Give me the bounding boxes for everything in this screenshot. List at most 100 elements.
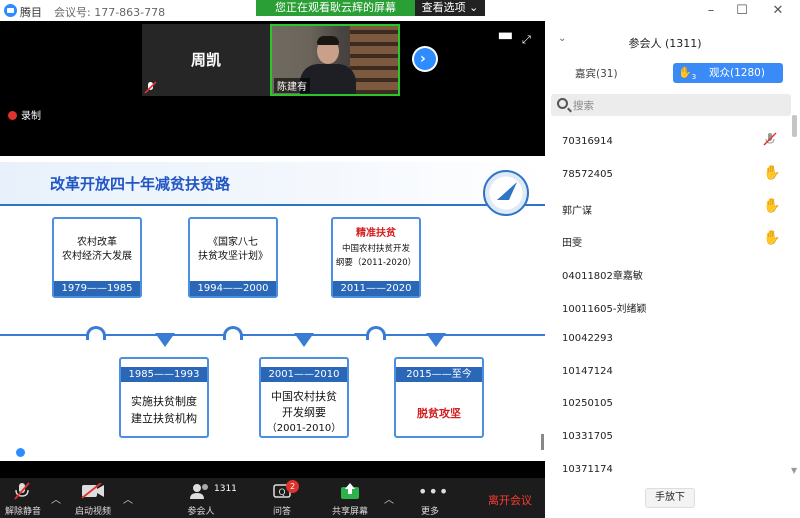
participant-name: 10331705: [562, 431, 613, 443]
hand-count: 3: [691, 73, 697, 82]
leave-meeting-button[interactable]: 离开会议: [488, 492, 532, 508]
person-hair: [317, 36, 339, 45]
raised-hand-icon: ✋3: [678, 66, 697, 82]
timeline-box-2015: 2015——至今 脱贫攻坚: [394, 357, 484, 438]
timeline-marker: [155, 333, 175, 347]
qa-badge: 2: [286, 480, 299, 493]
box-text: 纲要（2011-2020）: [335, 258, 417, 268]
timeline-marker: [426, 333, 446, 347]
slide-divider: [0, 204, 545, 206]
audio-options-caret-icon[interactable]: ︿: [51, 491, 61, 506]
share-options-caret-icon[interactable]: ︿: [384, 491, 394, 506]
box-text: 实施扶贫制度: [131, 395, 197, 408]
box-text: 扶贫攻坚计划》: [198, 251, 268, 262]
video-tile-chenjianyou[interactable]: 陈建有: [270, 24, 400, 96]
box-years: 1985——1993: [121, 367, 207, 382]
tab-audience[interactable]: ✋3 观众(1280): [673, 63, 783, 83]
timeline-box-2011: 精准扶贫 中国农村扶贫开发 纲要（2011-2020） 2011——2020: [331, 217, 421, 298]
start-video-button[interactable]: 启动视频: [68, 478, 118, 518]
participants-label: 参会人: [187, 507, 215, 517]
timeline-box-2001: 2001——2010 中国农村扶贫 开发纲要 （2001-2010）: [259, 357, 349, 438]
participant-row[interactable]: 田雯 ✋: [545, 223, 790, 256]
timeline-marker: [294, 333, 314, 347]
box-years: 1994——2000: [190, 281, 276, 296]
recording-indicator: 录制: [8, 107, 41, 122]
share-screen-label: 共享屏幕: [331, 507, 368, 517]
participant-name: 10011605-刘绪颖: [562, 303, 647, 315]
shared-slide: 改革开放四十年减贫扶贫路 农村改革 农村经济大发展 1979——1985 《国家…: [0, 156, 545, 461]
annotation-icon[interactable]: [16, 448, 25, 457]
search-placeholder: 搜索: [573, 100, 594, 112]
participant-row[interactable]: 10331705: [545, 420, 790, 453]
participant-name: 周凯: [190, 51, 221, 69]
participants-icon: [190, 484, 208, 499]
search-input[interactable]: 搜索: [551, 94, 791, 116]
unmute-button[interactable]: 解除静音: [0, 478, 46, 518]
scrollbar-thumb[interactable]: [792, 115, 797, 137]
maximize-button[interactable]: ☐: [727, 2, 757, 20]
participant-name: 70316914: [562, 136, 613, 147]
more-button[interactable]: ••• 更多: [412, 478, 448, 518]
box-text: （2001-2010）: [266, 423, 342, 434]
box-text: 农村经济大发展: [62, 251, 132, 262]
view-options-button[interactable]: 查看选项 ⌄: [415, 0, 485, 16]
participant-name: 陈建有: [274, 78, 310, 93]
minimize-button[interactable]: –: [696, 2, 726, 20]
box-text: 中国农村扶贫: [271, 390, 337, 403]
timeline-node: [86, 326, 106, 340]
muted-mic-icon: [763, 132, 777, 146]
muted-mic-icon: [144, 81, 157, 94]
box-text: 脱贫攻坚: [417, 407, 461, 420]
raised-hand-icon: ✋: [763, 197, 781, 214]
raised-hand-icon: ✋: [763, 164, 781, 181]
unmute-label: 解除静音: [4, 507, 41, 517]
participant-row[interactable]: 78572405 ✋: [545, 158, 790, 191]
search-icon: [557, 98, 568, 109]
participant-row[interactable]: 04011802章嘉敏: [545, 256, 790, 289]
more-dots-icon: •••: [418, 482, 450, 501]
scroll-down-arrow-icon[interactable]: ▼: [791, 466, 797, 475]
meeting-video-area: 周凯 陈建有 › ▀▘ ⤢ 录制 改革开放四十年减贫扶贫路 农村改革 农村经济大…: [0, 21, 545, 478]
share-screen-button[interactable]: 共享屏幕: [330, 478, 370, 518]
box-years: 2001——2010: [261, 367, 347, 382]
video-tile-zhoukai[interactable]: 周凯: [142, 24, 270, 96]
participant-row[interactable]: 10371174: [545, 453, 790, 486]
box-years: 2011——2020: [333, 281, 419, 296]
participant-tabs: 嘉宾(31) ✋3 观众(1280): [545, 63, 800, 83]
participant-name: 郭广谋: [562, 205, 592, 217]
bookshelf-background: [350, 26, 398, 94]
participant-name: 10147124: [562, 365, 613, 377]
fullscreen-icon[interactable]: ⤢: [522, 33, 534, 46]
timeline-box-1994: 《国家八七 扶贫攻坚计划》 1994——2000: [188, 217, 278, 298]
close-button[interactable]: ✕: [763, 2, 793, 20]
video-options-caret-icon[interactable]: ︿: [123, 491, 133, 506]
more-label: 更多: [420, 507, 439, 517]
participant-list-scrollbar[interactable]: ▼: [791, 115, 798, 475]
participant-name: 10371174: [562, 463, 613, 475]
participant-row[interactable]: 10011605-刘绪颖: [545, 289, 790, 322]
participant-list: 70316914 78572405 ✋ 郭广谋 ✋ 田雯 ✋ 04011802章嘉敏 10011…: [545, 125, 790, 486]
tab-guests[interactable]: 嘉宾(31): [575, 66, 618, 81]
box-years: 2015——至今: [396, 367, 482, 382]
timeline-box-1979: 农村改革 农村经济大发展 1979——1985: [52, 217, 142, 298]
lower-hands-button[interactable]: 手放下: [645, 488, 695, 508]
meeting-id: 会议号: 177-863-778: [54, 6, 166, 19]
university-emblem-icon: [483, 170, 529, 216]
box-text: 中国农村扶贫开发: [341, 244, 410, 254]
slide-scroll-marker: [541, 434, 544, 450]
panel-title: 参会人 (1311): [628, 37, 702, 50]
timeline-node: [223, 326, 243, 340]
participant-row[interactable]: 10042293: [545, 322, 790, 355]
start-video-label: 启动视频: [74, 507, 111, 517]
qa-button[interactable]: Q 2 问答: [267, 478, 299, 518]
participant-row[interactable]: 10147124: [545, 355, 790, 388]
participant-row[interactable]: 10250105: [545, 387, 790, 420]
panel-header: ⌄ 参会人 (1311): [545, 21, 800, 61]
participant-row[interactable]: 70316914: [545, 125, 790, 158]
tab-audience-label: 观众(1280): [709, 67, 765, 79]
box-text: 建立扶贫机构: [131, 412, 197, 425]
next-page-button[interactable]: ›: [412, 46, 438, 72]
minimize-video-icon[interactable]: ▀▘: [499, 33, 516, 46]
participant-row[interactable]: 郭广谋 ✋: [545, 191, 790, 224]
box-text: 开发纲要: [282, 406, 326, 419]
